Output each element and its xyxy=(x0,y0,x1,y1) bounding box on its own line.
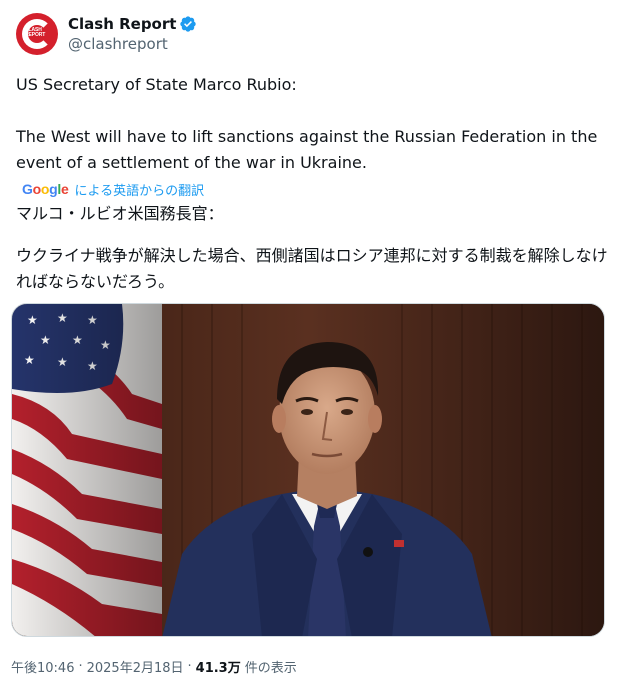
tweet-card: CLASH REPORT Clash Report @clashreport U… xyxy=(0,0,629,685)
translate-link[interactable]: による英語からの翻訳 xyxy=(74,180,204,199)
tweet-date[interactable]: 2025年2月18日 xyxy=(87,657,184,676)
media-video[interactable]: ★★★ ★★★ ★★★ xyxy=(11,303,605,637)
handle[interactable]: @clashreport xyxy=(68,34,197,54)
views-label: 件の表示 xyxy=(244,660,297,676)
name-row: Clash Report xyxy=(68,14,197,34)
avatar-logo-text: CLASH REPORT xyxy=(25,28,51,38)
author-names: Clash Report @clashreport xyxy=(68,14,197,54)
tweet-header: CLASH REPORT Clash Report @clashreport xyxy=(16,12,197,56)
google-logo-icon: Google xyxy=(22,181,69,197)
tweet-time[interactable]: 午後10:46 xyxy=(11,657,74,676)
avatar-logo-line2: REPORT xyxy=(25,32,46,38)
tweet-meta: 午後10:46 · 2025年2月18日 · 41.3万 件の表示 xyxy=(11,656,297,676)
separator: · xyxy=(187,658,192,674)
video-still-image: ★★★ ★★★ ★★★ xyxy=(12,304,604,636)
translated-text-line1: マルコ・ルビオ米国務長官： xyxy=(16,204,224,223)
views-count: 41.3万 xyxy=(195,660,241,676)
translation-attribution: Google による英語からの翻訳 xyxy=(22,179,204,199)
tweet-text-line2: The West will have to lift sanctions aga… xyxy=(16,127,598,172)
translated-text-line2: ウクライナ戦争が解決した場合、西側諸国はロシア連邦に対する制裁を解除しなければな… xyxy=(16,246,608,291)
tweet-text-line1: US Secretary of State Marco Rubio: xyxy=(16,75,297,94)
us-flag-icon: ★★★ ★★★ ★★★ xyxy=(12,304,162,636)
verified-badge-icon[interactable] xyxy=(179,15,197,33)
tweet-text: US Secretary of State Marco Rubio: The W… xyxy=(16,72,616,176)
translated-text: マルコ・ルビオ米国務長官： ウクライナ戦争が解決した場合、西側諸国はロシア連邦に… xyxy=(16,201,616,295)
display-name[interactable]: Clash Report xyxy=(68,14,176,34)
separator: · xyxy=(78,658,83,674)
avatar[interactable]: CLASH REPORT xyxy=(16,13,58,55)
